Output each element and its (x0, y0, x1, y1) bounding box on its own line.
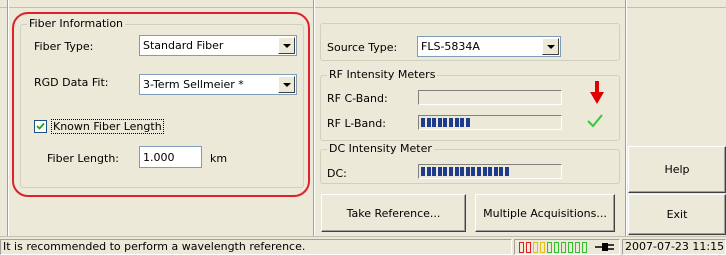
left-edge-divider (7, 0, 9, 236)
meter-segment (449, 118, 453, 127)
battery-segment (575, 242, 580, 253)
meter-segment (493, 167, 498, 176)
status-datetime: 2007-07-23 11:15 (622, 239, 726, 255)
red-down-arrow-icon (590, 81, 604, 104)
battery-segment (554, 242, 559, 253)
meter-segment (488, 167, 493, 176)
meter-segment (432, 167, 437, 176)
battery-segment (582, 242, 587, 253)
source-type-label: Source Type: (327, 41, 398, 54)
battery-segment (540, 242, 545, 253)
rf-c-band-meter (418, 90, 562, 105)
meter-segment (443, 118, 448, 127)
meter-segment (460, 167, 465, 176)
green-checkmark-icon (587, 114, 603, 128)
status-bar: It is recommended to perform a wavelengt… (0, 236, 726, 255)
status-indicators (514, 239, 620, 255)
power-plug-icon (595, 243, 614, 251)
battery-segment (568, 242, 573, 253)
meter-segment (421, 118, 425, 127)
rf-intensity-meters-group: RF Intensity Meters (320, 68, 620, 141)
top-strip (0, 0, 726, 8)
battery-segment (561, 242, 566, 253)
rf-l-band-label: RF L-Band: (327, 117, 386, 130)
meter-segment (449, 167, 453, 176)
dc-intensity-meter-title: DC Intensity Meter (327, 142, 434, 155)
meter-segment (505, 167, 509, 176)
rf-l-band-meter (418, 115, 562, 130)
status-message: It is recommended to perform a wavelengt… (0, 239, 512, 255)
meter-segment (482, 167, 487, 176)
meter-segment (477, 167, 481, 176)
left-panel-divider (313, 0, 315, 236)
meter-segment (437, 118, 442, 127)
meter-segment (471, 167, 476, 176)
dc-label: DC: (327, 167, 347, 180)
meter-segment (465, 167, 470, 176)
exit-button[interactable]: Exit (628, 194, 726, 235)
battery-segment (533, 242, 538, 253)
meter-segment (460, 118, 465, 127)
right-panel-divider (625, 0, 627, 236)
meter-segment (454, 167, 459, 176)
highlight-outline (12, 12, 310, 197)
meter-segment (421, 167, 425, 176)
battery-segment (526, 242, 531, 253)
rf-intensity-meters-title: RF Intensity Meters (327, 68, 438, 81)
meter-segment (454, 118, 459, 127)
meter-segment (465, 118, 470, 127)
multiple-acquisitions-button[interactable]: Multiple Acquisitions... (475, 194, 615, 232)
meter-segment (499, 167, 504, 176)
dc-meter (418, 164, 562, 179)
take-reference-button[interactable]: Take Reference... (321, 194, 466, 232)
meter-segment (426, 167, 431, 176)
meter-segment (426, 118, 431, 127)
meter-segment (443, 167, 448, 176)
meter-segment (437, 167, 442, 176)
rf-c-band-label: RF C-Band: (327, 92, 388, 105)
source-type-value: FLS-5834A (421, 40, 480, 53)
battery-segment (547, 242, 552, 253)
help-button[interactable]: Help (628, 146, 726, 193)
source-type-dropdown[interactable]: FLS-5834A (417, 36, 561, 57)
battery-segment (519, 242, 524, 253)
meter-segment (432, 118, 437, 127)
chevron-down-icon[interactable] (542, 38, 559, 55)
